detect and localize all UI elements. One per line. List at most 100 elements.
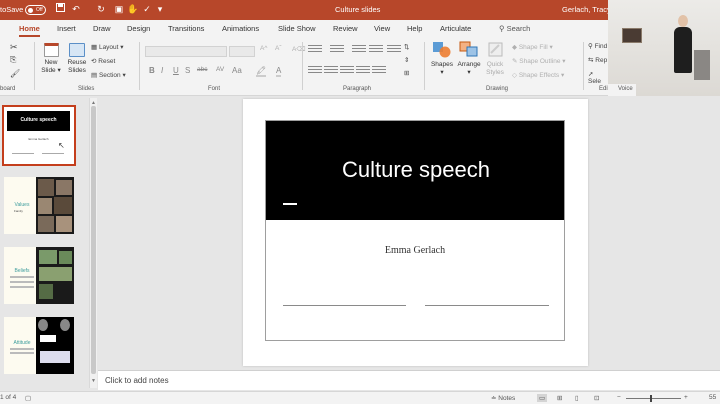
slide-title[interactable]: Culture speech — [266, 157, 564, 183]
zoom-out-icon[interactable]: − — [617, 394, 621, 401]
notes-pane[interactable]: Click to add notes — [98, 370, 720, 390]
shape-effects-button[interactable]: ◇ Shape Effects ▾ — [512, 71, 564, 79]
decrease-font-icon[interactable]: Aˇ — [275, 45, 282, 52]
columns-icon[interactable] — [372, 64, 386, 74]
accessibility-icon[interactable]: ▢ — [25, 394, 31, 402]
tab-home[interactable]: Home — [19, 24, 40, 37]
save-icon[interactable] — [54, 3, 66, 16]
zoom-slider-thumb — [650, 395, 652, 402]
undo-icon[interactable]: ↶ — [70, 3, 82, 16]
slide-thumbnail-pane: Culture speech Emma Gerlach ↖ Values Fam… — [0, 96, 98, 392]
font-name-combo[interactable] — [145, 46, 227, 57]
shapes-button[interactable]: Shapes ▾ — [429, 41, 455, 77]
highlight-icon[interactable]: 🖍 — [256, 66, 267, 77]
align-left-icon[interactable] — [308, 64, 322, 74]
present-icon[interactable]: ▣ — [113, 3, 125, 16]
select-icon: ➚ — [588, 71, 594, 78]
reuse-slides-button[interactable]: Reuse Slides — [64, 43, 90, 75]
char-spacing-button[interactable]: AV — [216, 66, 224, 73]
font-color-icon[interactable]: A — [276, 66, 282, 77]
quick-styles-icon — [488, 42, 502, 57]
smartart-icon[interactable]: ⊞ — [404, 69, 409, 77]
tab-draw[interactable]: Draw — [93, 24, 111, 33]
replace-button[interactable]: ⇆ Rep — [588, 56, 607, 64]
underline-button[interactable]: U — [173, 66, 179, 75]
normal-view-icon[interactable]: ▭ — [537, 394, 548, 402]
tab-articulate[interactable]: Articulate — [440, 24, 471, 33]
customize-qat-icon[interactable]: ▾ — [154, 3, 166, 16]
font-size-combo[interactable] — [229, 46, 255, 57]
increase-indent-icon[interactable] — [369, 43, 383, 53]
notes-placeholder: Click to add notes — [105, 376, 169, 385]
thumbnail-slide-2[interactable]: Values Family — [4, 177, 74, 234]
signature-line-left — [283, 305, 406, 306]
tab-insert[interactable]: Insert — [57, 24, 76, 33]
align-center-icon[interactable] — [324, 64, 338, 74]
thumb-3-title: Beliefs — [14, 268, 30, 274]
reading-view-icon[interactable]: ▯ — [575, 394, 579, 402]
copy-icon[interactable]: ⎘ — [10, 55, 16, 65]
text-direction-icon[interactable]: ⇅ — [404, 43, 409, 51]
reset-button[interactable]: ⟲ Reset — [91, 57, 115, 65]
tab-review[interactable]: Review — [333, 24, 358, 33]
spell-check-icon[interactable]: ✓ — [141, 3, 153, 16]
slide-show-icon[interactable]: ⊡ — [594, 394, 599, 402]
align-text-icon[interactable]: ⇕ — [404, 56, 409, 64]
tab-help[interactable]: Help — [407, 24, 422, 33]
format-painter-icon[interactable]: 🖌 — [10, 69, 20, 78]
tab-view[interactable]: View — [374, 24, 390, 33]
numbering-icon[interactable] — [330, 43, 344, 53]
clear-format-icon[interactable]: A⌫ — [292, 45, 306, 53]
slide-subtitle[interactable]: Emma Gerlach — [266, 245, 564, 256]
thumbnail-slide-4[interactable]: Attitude — [4, 317, 74, 374]
quick-styles-button[interactable]: Quick Styles — [484, 41, 506, 77]
voice-group: Voice — [608, 84, 636, 96]
tab-slide-show[interactable]: Slide Show — [278, 24, 316, 33]
thumbnail-scrollbar[interactable]: ▲ ▼ — [89, 98, 97, 388]
thumbnail-slide-3[interactable]: Beliefs — [4, 247, 74, 304]
user-name[interactable]: Gerlach, Tracy — [562, 5, 611, 14]
tab-animations[interactable]: Animations — [222, 24, 259, 33]
arrange-button[interactable]: Arrange ▾ — [455, 41, 483, 77]
bullets-icon[interactable] — [308, 43, 322, 53]
zoom-slider[interactable] — [626, 395, 681, 402]
select-button[interactable]: ➚ Sele — [588, 70, 608, 85]
notes-toggle[interactable]: ≐ Notes — [491, 394, 515, 402]
autosave-toggle[interactable]: Off — [25, 5, 46, 15]
layout-button[interactable]: ▦ Layout ▾ — [91, 43, 124, 51]
line-spacing-icon[interactable] — [387, 43, 401, 53]
strikethrough-button[interactable]: abc — [197, 66, 207, 73]
thumb-4-title: Attitude — [13, 340, 31, 346]
slide-sorter-icon[interactable]: ⊞ — [557, 394, 562, 402]
clipboard-group-label: board — [0, 86, 16, 92]
status-bar: 1 of 4 ▢ ≐ Notes ▭ ⊞ ▯ ⊡ − + 55 — [0, 391, 720, 404]
section-button[interactable]: ▤ Section ▾ — [91, 71, 126, 79]
find-button[interactable]: ⚲ Find — [588, 42, 607, 50]
italic-button[interactable]: I — [161, 66, 163, 75]
bold-button[interactable]: B — [149, 66, 155, 75]
thumbnail-slide-1[interactable]: Culture speech Emma Gerlach ↖ — [2, 105, 76, 166]
justify-icon[interactable] — [356, 64, 370, 74]
shape-outline-button[interactable]: ✎ Shape Outline ▾ — [512, 57, 566, 65]
search-box[interactable]: ⚲ Search — [499, 24, 530, 33]
align-right-icon[interactable] — [340, 64, 354, 74]
thumb-2-bullet: Family — [14, 209, 23, 213]
cut-icon[interactable]: ✂ — [10, 42, 18, 53]
slide-counter: 1 of 4 — [0, 394, 17, 401]
tab-transitions[interactable]: Transitions — [168, 24, 204, 33]
touch-mode-icon[interactable]: ✋ — [127, 3, 139, 16]
increase-font-icon[interactable]: A^ — [260, 45, 267, 52]
shape-fill-button[interactable]: ◆ Shape Fill ▾ — [512, 43, 553, 51]
current-slide[interactable]: Culture speech Emma Gerlach — [243, 99, 588, 366]
tab-design[interactable]: Design — [127, 24, 150, 33]
slide-canvas: Culture speech Emma Gerlach — [265, 120, 565, 341]
zoom-in-icon[interactable]: + — [684, 394, 688, 401]
redo-icon[interactable]: ↻ — [95, 3, 107, 16]
slides-group-label: Slides — [78, 86, 95, 92]
new-slide-button[interactable]: New Slide ▾ — [38, 43, 64, 75]
zoom-level[interactable]: 55 — [709, 394, 716, 401]
change-case-icon[interactable]: Aa — [232, 66, 242, 75]
font-group-label: Font — [208, 86, 221, 92]
shadow-button[interactable]: S — [185, 66, 190, 75]
decrease-indent-icon[interactable] — [352, 43, 366, 53]
